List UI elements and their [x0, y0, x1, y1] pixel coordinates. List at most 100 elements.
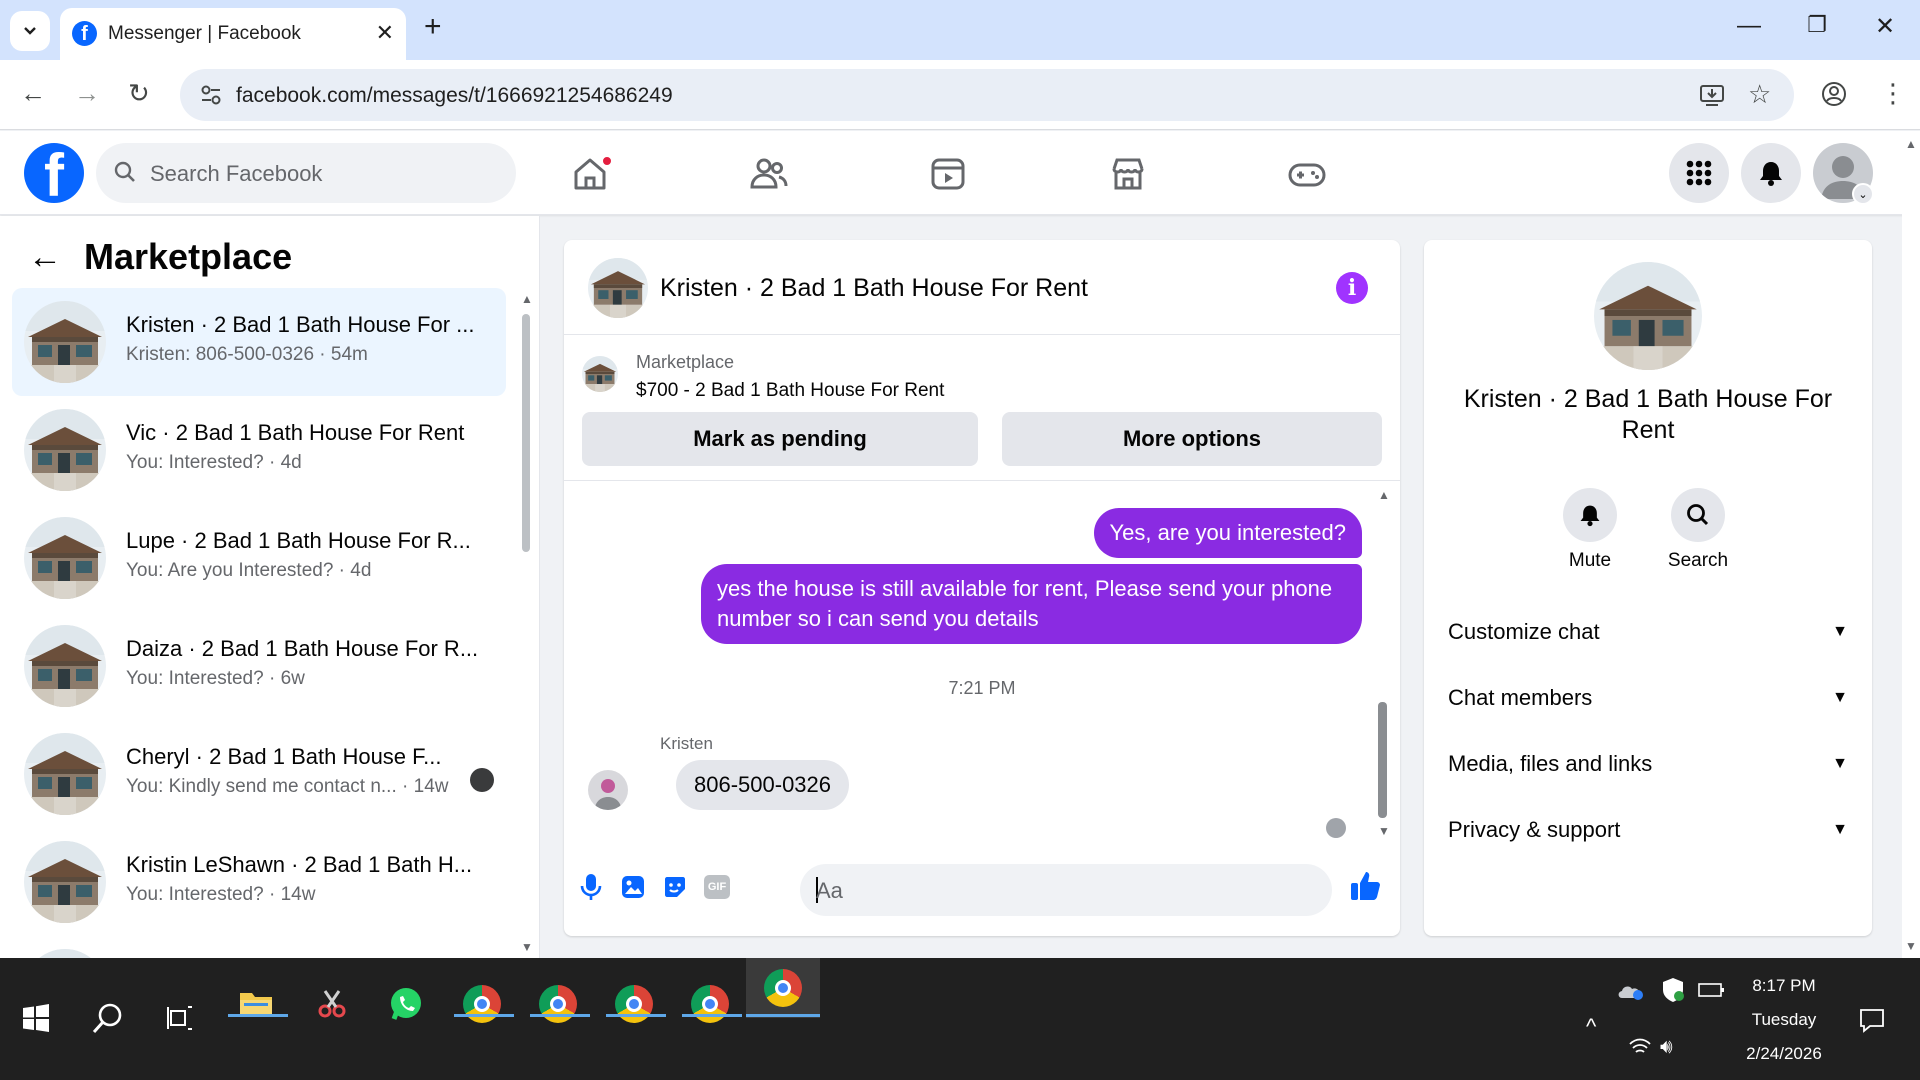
mark-pending-button[interactable]: Mark as pending — [582, 412, 978, 466]
volume-icon[interactable]: 🔊︎ — [1660, 1036, 1673, 1059]
privacy-support-row[interactable]: Privacy & support ▼ — [1448, 810, 1848, 850]
chrome-taskbar-3[interactable] — [604, 974, 664, 1034]
minimize-icon[interactable]: — — [1734, 12, 1764, 40]
menu-button[interactable] — [1669, 143, 1729, 203]
scroll-down-arrow-icon[interactable]: ▼ — [521, 940, 533, 954]
message-input[interactable]: Aa — [800, 864, 1332, 916]
new-tab-button[interactable]: + — [424, 12, 442, 42]
search-placeholder: Search Facebook — [150, 161, 323, 186]
conversation-name: Cheryl · 2 Bad 1 Bath House F... — [126, 744, 442, 769]
like-button[interactable] — [1348, 868, 1384, 904]
chrome-taskbar-2[interactable] — [528, 974, 588, 1034]
nav-friends[interactable] — [744, 149, 794, 199]
conversation-item[interactable]: Lupe · 2 Bad 1 Bath House For R... You: … — [12, 504, 506, 612]
chat-title[interactable]: Kristen · 2 Bad 1 Bath House For Rent — [660, 274, 1088, 303]
facebook-search-box[interactable]: Search Facebook — [96, 143, 516, 203]
conversation-item[interactable]: Kristen · 2 Bad 1 Bath House For ... Kri… — [12, 288, 506, 396]
chat-members-row[interactable]: Chat members ▼ — [1448, 678, 1848, 718]
scroll-down-arrow-icon[interactable]: ▼ — [1905, 939, 1917, 953]
conversation-sidebar: ← Marketplace Kristen · 2 Bad 1 Bath Hou… — [0, 216, 540, 958]
listing-title[interactable]: $700 - 2 Bad 1 Bath House For Rent — [636, 380, 944, 402]
info-icon[interactable]: i — [1336, 272, 1368, 304]
browser-toolbar: ← → ↻ facebook.com/messages/t/1666921254… — [0, 60, 1920, 130]
conversation-name: Vic · 2 Bad 1 Bath House For Rent — [126, 420, 465, 445]
outgoing-message[interactable]: Yes, are you interested? — [1093, 508, 1362, 558]
nav-gaming[interactable] — [1282, 149, 1332, 199]
photo-icon — [622, 876, 644, 898]
conversation-item[interactable]: Cheryl · 2 Bad 1 Bath House F... You: Ki… — [12, 720, 506, 828]
restore-icon[interactable]: ❐ — [1802, 12, 1832, 38]
house-thumbnail-icon — [588, 258, 648, 318]
gif-button[interactable]: GIF — [702, 872, 732, 902]
account-caret-icon[interactable]: ⌄ — [1852, 183, 1874, 205]
profile-icon[interactable] — [1820, 80, 1848, 108]
chrome-icon — [539, 985, 577, 1023]
window-close-icon[interactable]: ✕ — [1870, 12, 1900, 41]
wifi-icon[interactable] — [1628, 1036, 1652, 1056]
conversation-item[interactable]: Kristin LeShawn · 2 Bad 1 Bath H... You:… — [12, 828, 506, 936]
browser-tab-messenger[interactable]: f Messenger | Facebook ✕ — [60, 8, 406, 60]
notifications-button[interactable] — [1741, 143, 1801, 203]
mute-action[interactable]: Mute — [1550, 488, 1630, 572]
security-shield-icon[interactable] — [1660, 976, 1686, 1004]
nav-video[interactable] — [923, 149, 973, 199]
customize-chat-row[interactable]: Customize chat ▼ — [1448, 612, 1848, 652]
chrome-taskbar-5-active[interactable] — [746, 958, 820, 1018]
file-explorer-taskbar[interactable] — [226, 974, 286, 1034]
notification-center-icon[interactable] — [1858, 1006, 1886, 1034]
scroll-up-arrow-icon[interactable]: ▲ — [521, 292, 533, 306]
house-thumbnail-icon — [24, 841, 106, 923]
sidebar-scroll-thumb[interactable] — [522, 314, 530, 552]
chrome-taskbar-1[interactable] — [452, 974, 512, 1034]
menu-grid-icon — [1686, 160, 1712, 186]
show-hidden-icons-chevron[interactable]: ^ — [1586, 1014, 1596, 1040]
attach-photo-button[interactable] — [618, 872, 648, 902]
browser-menu-icon[interactable]: ⋮ — [1880, 78, 1906, 109]
clock-time[interactable]: 8:17 PM — [1716, 976, 1852, 996]
sender-avatar[interactable] — [588, 770, 628, 810]
facebook-logo-icon[interactable]: f — [24, 143, 84, 203]
nav-home[interactable] — [565, 149, 615, 199]
reload-icon[interactable]: ↻ — [128, 78, 150, 109]
site-info-icon[interactable] — [198, 82, 224, 108]
back-arrow-icon[interactable]: ← — [28, 238, 62, 277]
media-files-links-row[interactable]: Media, files and links ▼ — [1448, 744, 1848, 784]
conversation-snippet: You: Interested? · 14w — [126, 884, 316, 905]
more-options-button[interactable]: More options — [1002, 412, 1382, 466]
forward-arrow-icon[interactable]: → — [74, 78, 100, 109]
address-bar[interactable]: facebook.com/messages/t/1666921254686249… — [180, 69, 1794, 121]
chat-scroll-thumb[interactable] — [1378, 702, 1387, 818]
conversation-snippet: You: Interested? · 6w — [126, 668, 305, 689]
voice-clip-button[interactable] — [576, 872, 606, 902]
incoming-message[interactable]: 806-500-0326 — [676, 760, 850, 810]
back-arrow-icon[interactable]: ← — [20, 78, 46, 109]
search-icon — [114, 161, 135, 182]
search-action[interactable]: Search — [1658, 488, 1738, 572]
outgoing-message[interactable]: yes the house is still available for ren… — [701, 564, 1362, 644]
sticker-button[interactable] — [660, 872, 690, 902]
taskbar-search-button[interactable] — [78, 988, 138, 1048]
conversation-item[interactable]: Vic · 2 Bad 1 Bath House For Rent You: I… — [12, 396, 506, 504]
task-view-button[interactable] — [150, 988, 210, 1048]
bookmark-star-icon[interactable]: ☆ — [1748, 79, 1771, 110]
whatsapp-taskbar[interactable] — [376, 974, 436, 1034]
onedrive-icon[interactable] — [1616, 978, 1646, 1002]
active-app-underline — [530, 1014, 590, 1017]
scroll-up-arrow-icon[interactable]: ▲ — [1378, 488, 1390, 502]
house-thumbnail-icon — [24, 625, 106, 707]
house-thumbnail-icon — [24, 409, 106, 491]
house-thumbnail-icon — [1594, 262, 1702, 370]
page-scrollbar[interactable]: ▲ ▼ — [1902, 131, 1920, 958]
chrome-taskbar-4[interactable] — [680, 974, 740, 1034]
conversation-item-partial[interactable] — [12, 936, 506, 958]
tab-search-button[interactable] — [10, 11, 50, 51]
scroll-down-arrow-icon[interactable]: ▼ — [1378, 824, 1390, 838]
conversation-item[interactable]: Daiza · 2 Bad 1 Bath House For R... You:… — [12, 612, 506, 720]
tab-close-icon[interactable]: ✕ — [376, 20, 394, 46]
snipping-tool-taskbar[interactable] — [302, 974, 362, 1034]
conversation-name: Daiza · 2 Bad 1 Bath House For R... — [126, 636, 479, 661]
install-app-icon[interactable] — [1698, 81, 1726, 109]
scroll-up-arrow-icon[interactable]: ▲ — [1905, 137, 1917, 151]
start-button[interactable] — [6, 988, 66, 1048]
nav-marketplace[interactable] — [1103, 149, 1153, 199]
